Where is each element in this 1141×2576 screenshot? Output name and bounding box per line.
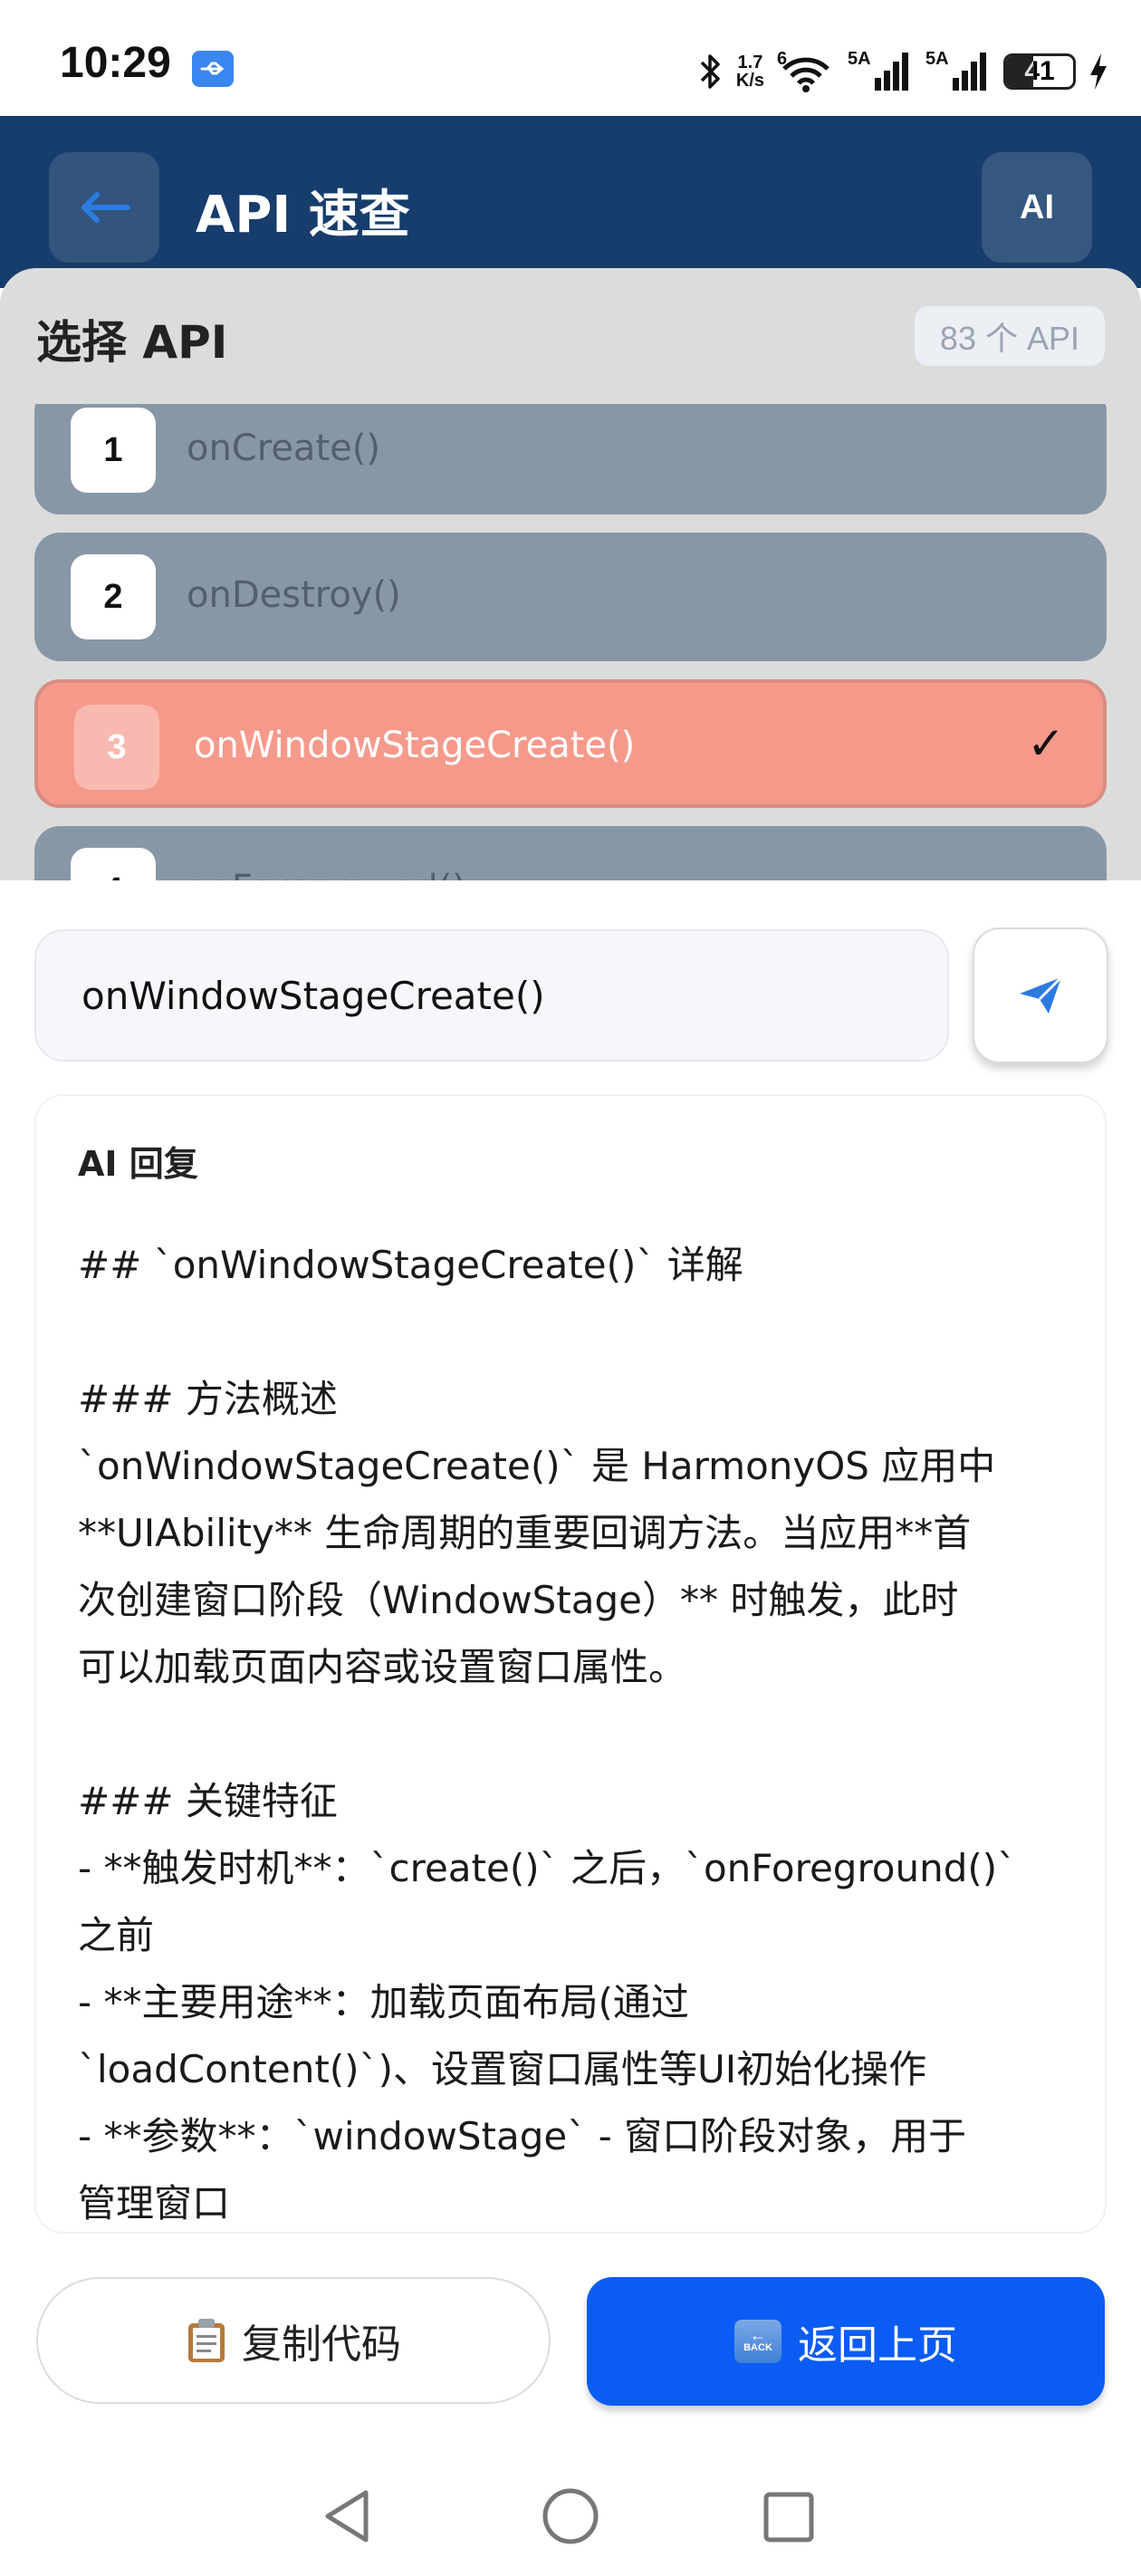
api-item-selected[interactable]: 3 onWindowStageCreate() ✓ <box>34 679 1107 808</box>
reply-line <box>78 1701 1074 1768</box>
app-header: API 速查 AI <box>0 116 1141 288</box>
api-picker-sheet: 选择 API 83 个 API 1 onCreate() 2 onDestroy… <box>0 268 1141 880</box>
status-icons: 1.7 K/s 6 5A 5A 41 <box>696 40 1108 103</box>
reply-line <box>78 1299 1074 1366</box>
charging-icon <box>1090 53 1107 90</box>
api-item-number: 4 <box>71 848 156 880</box>
checkmark-icon: ✓ <box>1027 717 1065 770</box>
return-label: 返回上页 <box>798 2322 957 2369</box>
send-icon <box>1020 976 1063 1014</box>
back-triangle-icon[interactable] <box>322 2489 373 2543</box>
back-badge-text: BACK <box>743 2342 772 2353</box>
api-item-name: onCreate() <box>187 428 380 469</box>
reply-line: 管理窗口 <box>78 2181 231 2225</box>
usb-icon <box>192 51 234 87</box>
reply-line: ### 关键特征 <box>78 1779 338 1823</box>
reply-line: **UIAbility** 生命周期的重要回调方法。当应用**首 <box>78 1511 972 1555</box>
api-item-name: onForeground() <box>187 868 466 880</box>
reply-line: `onWindowStageCreate()` 是 HarmonyOS 应用中 <box>78 1444 996 1488</box>
api-count-badge: 83 个 API <box>914 306 1105 366</box>
net-speed: 1.7 K/s <box>736 53 764 90</box>
reply-line: - **主要用途**：加载页面布局(通过 <box>78 1980 689 2024</box>
api-item-number: 1 <box>71 408 156 493</box>
ai-reply-text: ## `onWindowStageCreate()` 详解 ### 方法概述 `… <box>78 1232 1074 2232</box>
battery-level: 41 <box>1024 56 1055 86</box>
clipboard-icon <box>188 2319 225 2362</box>
system-nav-bar <box>0 2446 1141 2576</box>
back-button[interactable] <box>49 152 159 263</box>
ai-button[interactable]: AI <box>982 152 1092 263</box>
battery-icon: 41 <box>1003 53 1076 90</box>
reply-line: ## `onWindowStageCreate()` 详解 <box>78 1243 743 1287</box>
reply-line: - **触发时机**：`create()` 之后，`onForeground()… <box>78 1846 1017 1890</box>
signal-icon-sim1: 5A <box>848 49 913 92</box>
net-speed-value: 1.7 <box>737 53 763 72</box>
reply-line: 可以加载页面内容或设置窗口属性。 <box>78 1645 687 1689</box>
ai-reply-card[interactable]: AI 回复 ## `onWindowStageCreate()` 详解 ### … <box>34 1094 1107 2234</box>
reply-line: ### 方法概述 <box>78 1377 338 1421</box>
api-item[interactable]: 2 onDestroy() <box>34 533 1107 661</box>
api-item[interactable]: 1 onCreate() <box>34 404 1107 514</box>
status-time: 10:29 <box>60 39 171 87</box>
reply-line: `loadContent()`)、设置窗口属性等UI初始化操作 <box>78 2047 927 2091</box>
copy-code-label: 复制代码 <box>242 2321 401 2368</box>
recents-square-icon[interactable] <box>762 2491 815 2543</box>
status-bar: 10:29 1.7 K/s 6 5A 5A 41 <box>0 0 1141 116</box>
send-button[interactable] <box>973 928 1108 1063</box>
bluetooth-icon <box>700 54 720 89</box>
api-item-name: onWindowStageCreate() <box>194 725 636 766</box>
reply-line: 次创建窗口阶段（WindowStage）** 时触发，此时 <box>78 1578 959 1622</box>
reply-line: 之前 <box>78 1913 155 1957</box>
api-query-input[interactable]: onWindowStageCreate() <box>34 929 949 1062</box>
home-circle-icon[interactable] <box>542 2487 599 2545</box>
picker-title: 选择 API <box>36 316 228 369</box>
api-item[interactable]: 4 onForeground() <box>34 826 1107 880</box>
api-item-number: 3 <box>74 705 159 790</box>
api-item-name: onDestroy() <box>187 574 401 616</box>
api-list[interactable]: 1 onCreate() 2 onDestroy() 3 onWindowSta… <box>0 404 1141 880</box>
signal-icon-sim2: 5A <box>925 49 991 92</box>
wifi-icon: 6 <box>777 49 835 92</box>
copy-code-button[interactable]: 复制代码 <box>36 2277 551 2404</box>
page-title: API 速查 <box>196 186 410 245</box>
api-query-value: onWindowStageCreate() <box>82 973 545 1018</box>
arrow-left-icon <box>82 192 130 223</box>
ai-reply-label: AI 回复 <box>78 1144 198 1184</box>
return-button[interactable]: ← BACK 返回上页 <box>587 2277 1105 2406</box>
api-item-number: 2 <box>71 554 156 639</box>
reply-line: - **参数**：`windowStage` - 窗口阶段对象，用于 <box>78 2114 967 2158</box>
net-speed-unit: K/s <box>735 71 764 91</box>
back-arrow-icon: ← BACK <box>734 2320 781 2363</box>
